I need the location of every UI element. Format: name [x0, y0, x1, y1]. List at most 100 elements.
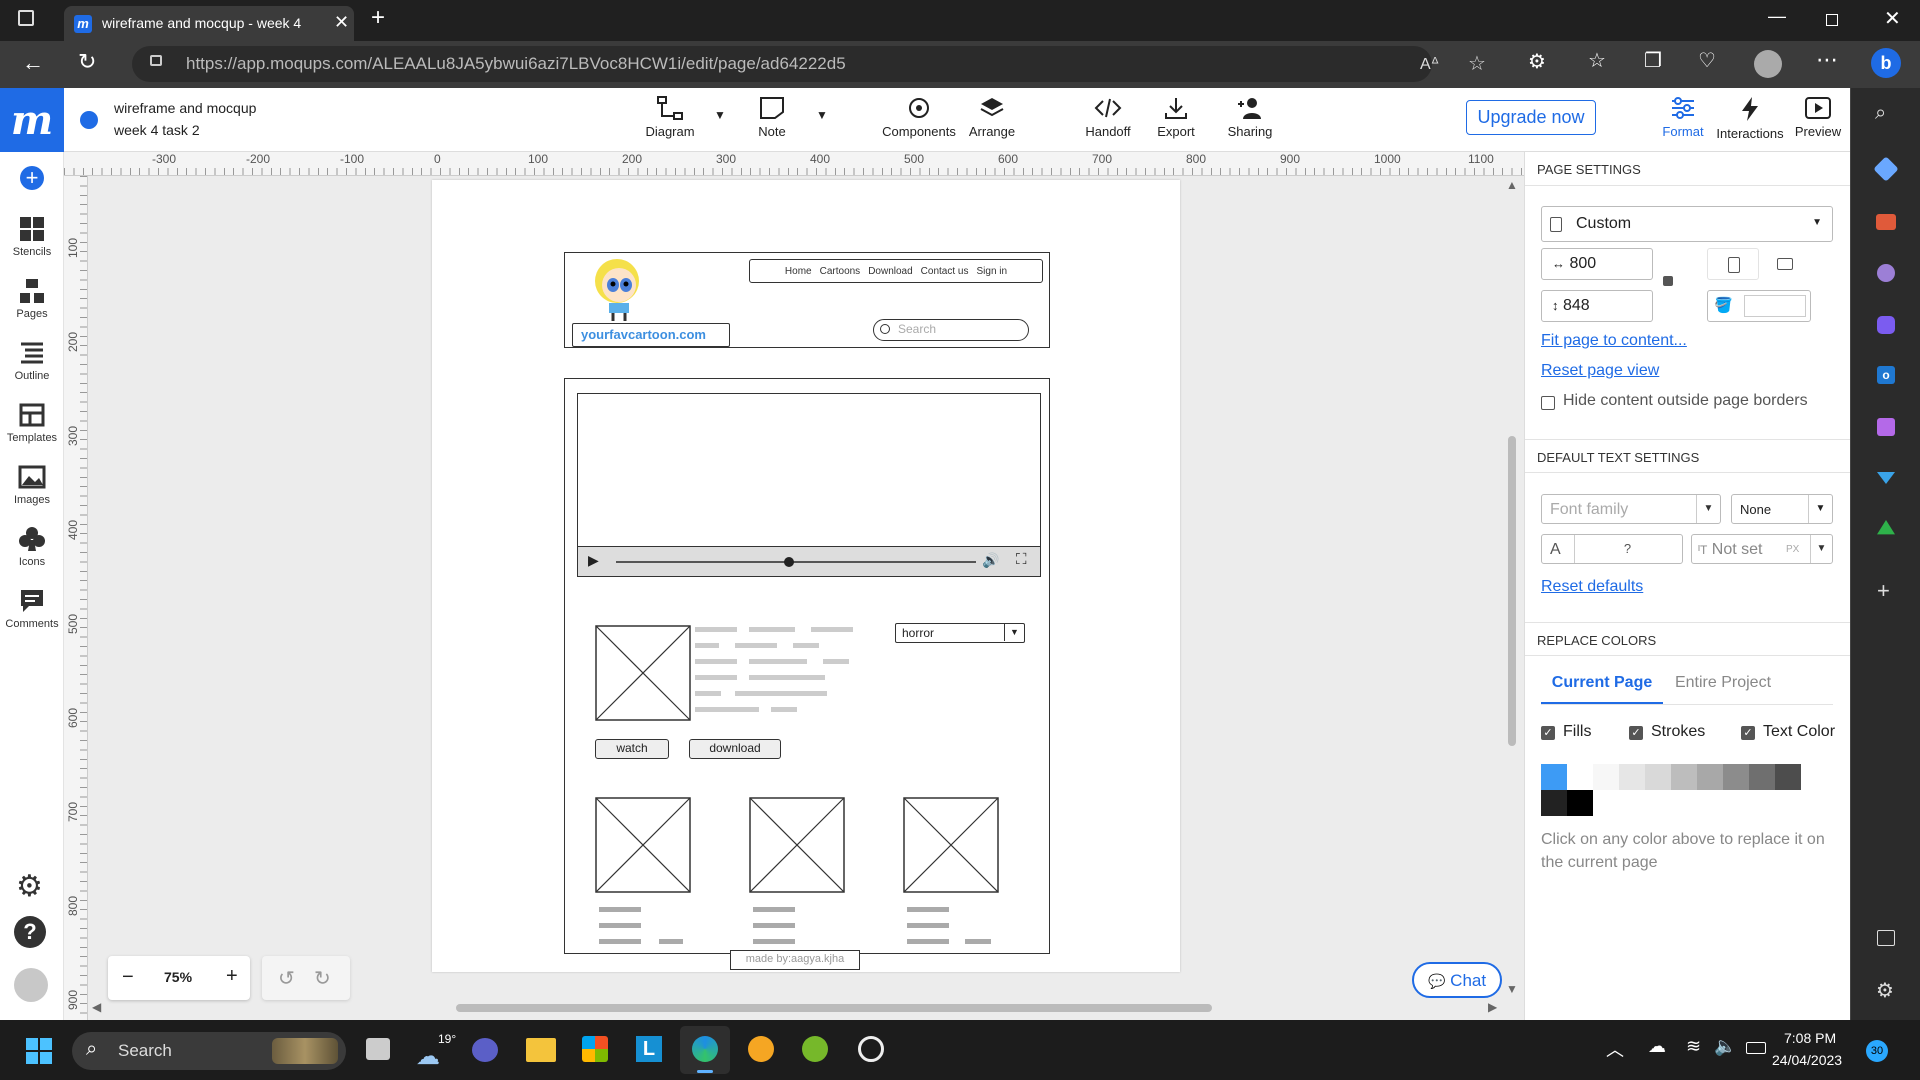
- zoom-out-button[interactable]: −: [122, 966, 134, 989]
- windows-start-icon[interactable]: [26, 1038, 52, 1064]
- page-size-select[interactable]: Custom ▼: [1541, 206, 1833, 242]
- sidebar-stencils[interactable]: Stencils: [0, 216, 64, 258]
- sidebar-pages[interactable]: Pages: [0, 278, 64, 320]
- favorites-icon[interactable]: ☆: [1588, 48, 1606, 73]
- scroll-right-icon[interactable]: ▶: [1488, 1000, 1497, 1014]
- text-style-select[interactable]: None ▼: [1731, 494, 1833, 524]
- tray-chevron-icon[interactable]: ︿: [1606, 1036, 1624, 1062]
- font-family-select[interactable]: Font family ▼: [1541, 494, 1721, 524]
- color-swatch[interactable]: [1723, 764, 1749, 790]
- note-dropdown-icon[interactable]: ▼: [816, 108, 828, 122]
- color-swatch[interactable]: [1671, 764, 1697, 790]
- games-icon[interactable]: [1877, 264, 1895, 282]
- wifi-icon[interactable]: ≋: [1686, 1036, 1701, 1057]
- minimize-icon[interactable]: —: [1768, 6, 1786, 27]
- horizontal-scrollbar[interactable]: [456, 1004, 1212, 1012]
- edge-active-icon[interactable]: [680, 1026, 730, 1074]
- export-tool[interactable]: Export: [1152, 96, 1200, 139]
- add-icon[interactable]: +: [20, 166, 44, 190]
- task-view-icon[interactable]: [366, 1038, 390, 1060]
- tools-briefcase-icon[interactable]: [1876, 214, 1896, 230]
- color-swatch[interactable]: [1697, 764, 1723, 790]
- wf-nav-link[interactable]: Contact us: [921, 266, 969, 277]
- color-swatch[interactable]: [1541, 764, 1567, 790]
- page-width-input[interactable]: ↔ 800: [1541, 248, 1653, 280]
- tab-actions-icon[interactable]: [18, 10, 34, 26]
- weather-widget[interactable]: ☁ 19°: [414, 1032, 458, 1072]
- wf-nav-link[interactable]: Home: [785, 266, 812, 277]
- color-swatch[interactable]: [1645, 764, 1671, 790]
- obs-icon[interactable]: [858, 1036, 884, 1062]
- wireframe-page[interactable]: Home Cartoons Download Contact us Sign i…: [432, 180, 1180, 972]
- color-swatch[interactable]: [1593, 764, 1619, 790]
- onedrive-icon[interactable]: ☁: [1648, 1036, 1666, 1057]
- diagram-dropdown-icon[interactable]: ▼: [714, 108, 726, 122]
- aspect-lock-icon[interactable]: [1663, 276, 1673, 286]
- upgrade-button[interactable]: Upgrade now: [1466, 100, 1596, 135]
- wf-watch-button[interactable]: watch: [595, 739, 669, 759]
- file-explorer-icon[interactable]: [526, 1038, 556, 1062]
- wf-main[interactable]: ▶ 🔊 ⛶ horror ▼ watch download: [564, 378, 1050, 954]
- color-swatch[interactable]: [1567, 790, 1593, 816]
- tab-entire-project[interactable]: Entire Project: [1663, 670, 1783, 704]
- interactions-tab[interactable]: Interactions: [1716, 96, 1784, 141]
- wf-nav-link[interactable]: Sign in: [976, 266, 1007, 277]
- color-swatch[interactable]: [1619, 764, 1645, 790]
- sidebar-outline[interactable]: Outline: [0, 340, 64, 382]
- search-sidebar-icon[interactable]: ⌕: [1875, 102, 1886, 125]
- brave-icon[interactable]: [748, 1036, 774, 1062]
- reset-page-view-link[interactable]: Reset page view: [1541, 362, 1659, 380]
- zoom-level[interactable]: 75%: [164, 969, 192, 985]
- sidebar-icons[interactable]: Icons: [0, 526, 64, 568]
- wf-play-icon[interactable]: ▶: [588, 552, 599, 569]
- teams-chat-icon[interactable]: [472, 1038, 498, 1062]
- fills-checkbox[interactable]: ✓: [1541, 726, 1555, 740]
- page-height-input[interactable]: ↕ 848: [1541, 290, 1653, 322]
- sharing-tool[interactable]: Sharing: [1222, 96, 1278, 139]
- page-background-color[interactable]: 🪣: [1707, 290, 1811, 322]
- scroll-left-icon[interactable]: ◀: [92, 1000, 101, 1014]
- diagram-tool[interactable]: Diagram: [640, 96, 700, 139]
- help-icon[interactable]: ?: [14, 916, 46, 948]
- wf-volume-icon[interactable]: 🔊: [982, 552, 999, 569]
- undo-icon[interactable]: ↺: [278, 966, 295, 991]
- portrait-button[interactable]: [1707, 248, 1759, 280]
- send-icon[interactable]: [1877, 472, 1895, 484]
- sidebar-split-icon[interactable]: [1877, 930, 1895, 946]
- sidebar-images[interactable]: Images: [0, 464, 64, 506]
- color-swatch[interactable]: [1567, 764, 1593, 790]
- line-height-input[interactable]: ᴵT Not set PX ▼: [1691, 534, 1833, 564]
- outlook-icon[interactable]: o: [1877, 366, 1895, 384]
- notification-badge[interactable]: 30: [1866, 1040, 1888, 1062]
- hide-content-checkbox[interactable]: [1541, 396, 1555, 410]
- performance-icon[interactable]: ♡: [1698, 48, 1716, 73]
- project-title[interactable]: wireframe and mocqup: [114, 100, 256, 116]
- close-window-icon[interactable]: ✕: [1884, 6, 1901, 31]
- utorrent-icon[interactable]: [802, 1036, 828, 1062]
- fit-page-link[interactable]: Fit page to content...: [1541, 332, 1687, 350]
- reset-defaults-link[interactable]: Reset defaults: [1541, 578, 1643, 596]
- color-swatch[interactable]: [1775, 764, 1801, 790]
- wf-progress-knob[interactable]: [784, 557, 794, 567]
- chat-button[interactable]: 💬 Chat: [1412, 962, 1502, 998]
- ms-store-icon[interactable]: [582, 1036, 608, 1062]
- browser-tab[interactable]: m wireframe and mocqup - week 4 ✕: [64, 6, 354, 41]
- redo-icon[interactable]: ↻: [314, 966, 331, 991]
- wf-footer[interactable]: made by:aagya.kjha: [730, 950, 860, 970]
- sidebar-comments[interactable]: Comments: [0, 588, 64, 630]
- font-size-input[interactable]: A ?: [1541, 534, 1683, 564]
- sidebar-templates[interactable]: Templates: [0, 402, 64, 444]
- maximize-icon[interactable]: [1826, 14, 1838, 26]
- preview-tab[interactable]: Preview: [1790, 96, 1846, 139]
- sidebar-settings-icon[interactable]: ⚙: [1876, 978, 1894, 1003]
- vertical-scrollbar[interactable]: [1508, 436, 1516, 746]
- wf-genre-select[interactable]: horror ▼: [895, 623, 1025, 643]
- scroll-down-icon[interactable]: ▼: [1506, 982, 1518, 996]
- extensions-icon[interactable]: ⚙: [1528, 49, 1546, 74]
- moqups-logo[interactable]: m: [0, 88, 64, 152]
- components-tool[interactable]: Components: [880, 96, 958, 139]
- collections-icon[interactable]: ❐: [1644, 48, 1662, 73]
- wf-progress-track[interactable]: [616, 561, 976, 563]
- globe-icon[interactable]: [80, 111, 98, 129]
- shopping-tag-icon[interactable]: [1873, 156, 1899, 182]
